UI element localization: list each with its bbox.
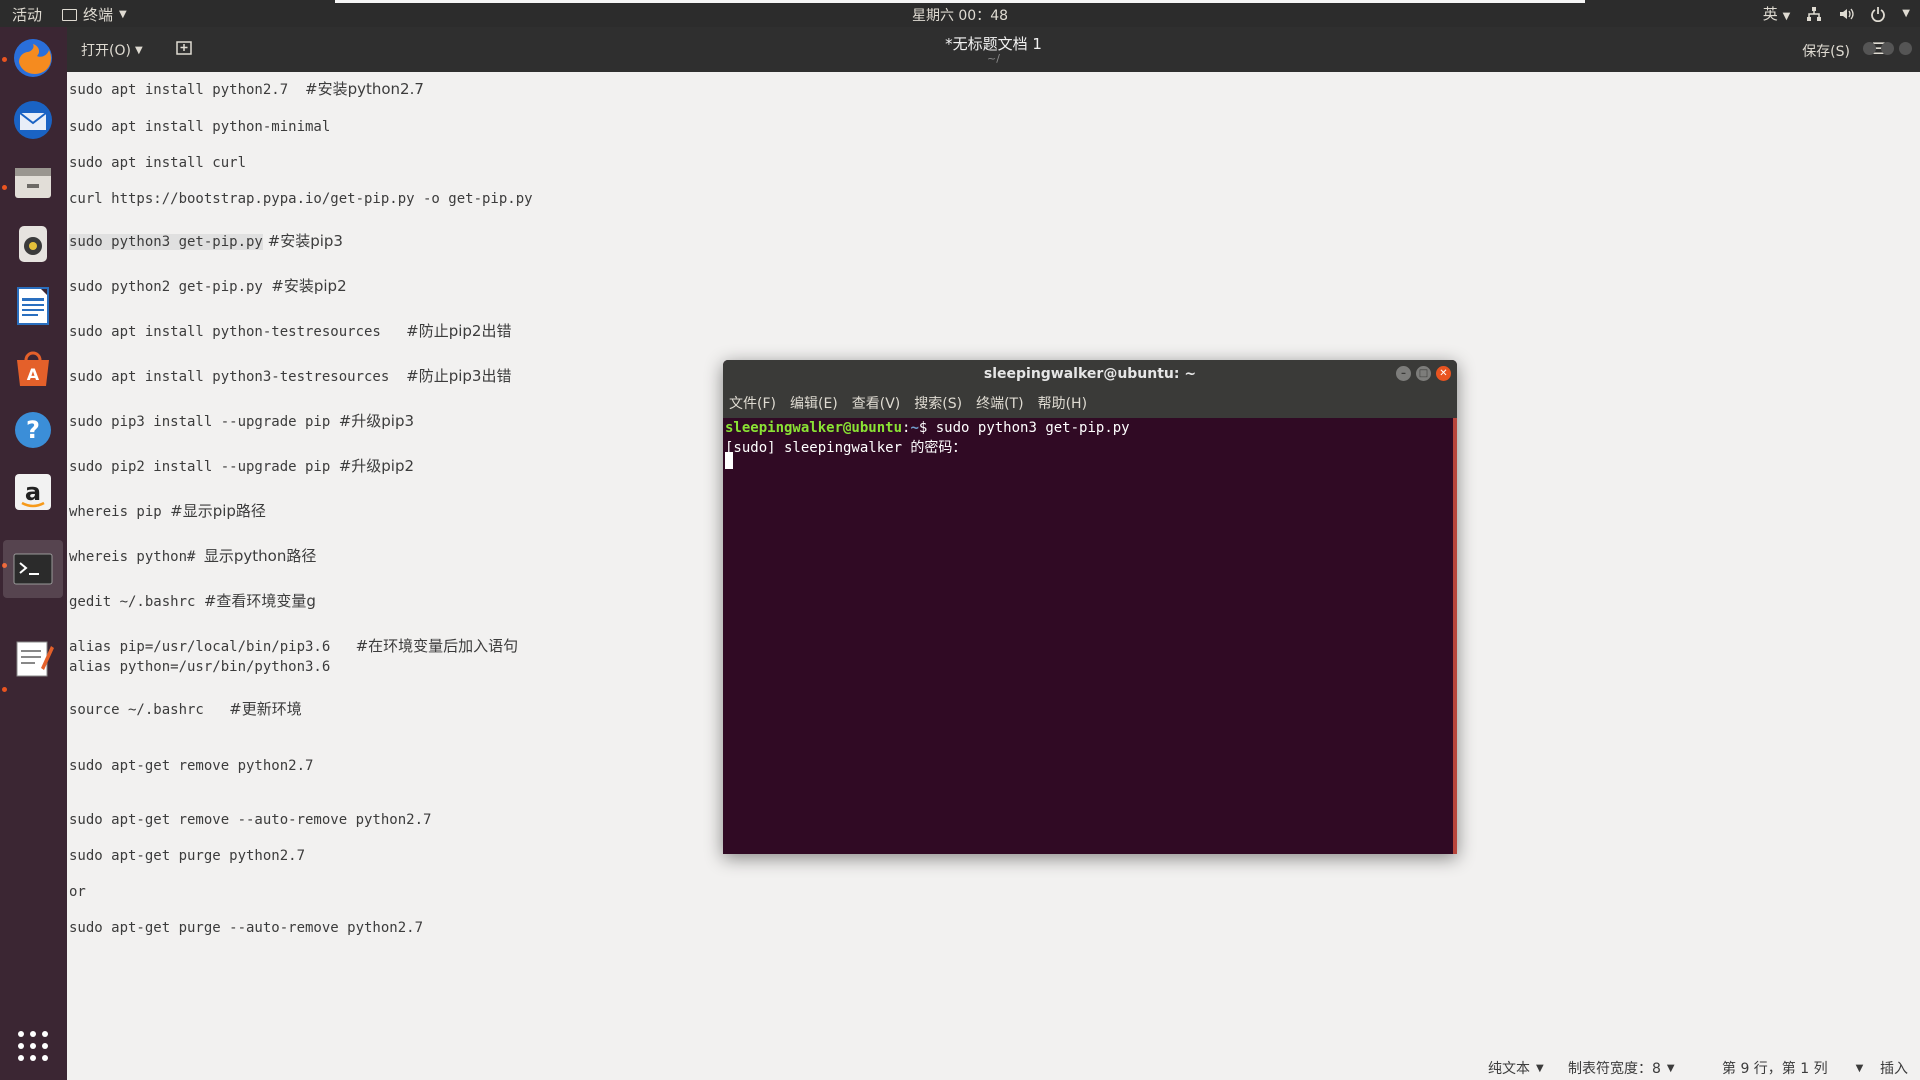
input-method-indicator[interactable]: 英 ▼ bbox=[1763, 3, 1791, 24]
save-button[interactable]: 保存(S) bbox=[1802, 41, 1850, 61]
files-icon[interactable] bbox=[9, 158, 57, 206]
chevron-down-icon: ▼ bbox=[1782, 11, 1791, 22]
editor-line: sudo apt install python-minimal bbox=[69, 119, 331, 135]
window-controls bbox=[1863, 42, 1912, 55]
system-tray[interactable]: 英 ▼ ▼ bbox=[1763, 3, 1910, 24]
minimize-icon[interactable] bbox=[1863, 42, 1876, 55]
prompt-user: sleepingwalker@ubuntu bbox=[725, 420, 903, 436]
menu-search[interactable]: 搜索(S) bbox=[914, 393, 962, 413]
editor-line: sudo apt install python3-testresources #… bbox=[69, 367, 512, 385]
show-apps-icon[interactable] bbox=[9, 1022, 57, 1070]
editor-line: whereis python# 显示python路径 bbox=[69, 547, 317, 565]
menu-view[interactable]: 查看(V) bbox=[852, 393, 901, 413]
chevron-down-icon: ▼ bbox=[1666, 1062, 1675, 1074]
chevron-down-icon: ▼ bbox=[1536, 1062, 1544, 1074]
editor-line: sudo apt install curl bbox=[69, 155, 247, 171]
software-icon[interactable]: A bbox=[9, 344, 57, 392]
editor-line: curl https://bootstrap.pypa.io/get-pip.p… bbox=[69, 191, 533, 207]
progress-strip bbox=[335, 0, 1585, 3]
terminal-icon[interactable] bbox=[3, 540, 63, 598]
menu-file[interactable]: 文件(F) bbox=[729, 393, 776, 413]
language-label: 纯文本 bbox=[1488, 1061, 1530, 1077]
terminal-cursor bbox=[725, 452, 733, 469]
editor-line: alias pip=/usr/local/bin/pip3.6 #在环境变量后加… bbox=[69, 637, 519, 655]
editor-line: sudo apt install python2.7 #安装python2.7 bbox=[69, 80, 424, 98]
minimize-icon[interactable]: – bbox=[1396, 366, 1411, 381]
editor-line: sudo python2 get-pip.py #安装pip2 bbox=[69, 277, 347, 295]
menu-help[interactable]: 帮助(H) bbox=[1038, 393, 1087, 413]
terminal-command-line: sleepingwalker@ubuntu:~$ sudo python3 ge… bbox=[725, 420, 1130, 436]
terminal-command: sudo python3 get-pip.py bbox=[935, 420, 1130, 436]
svg-text:A: A bbox=[27, 365, 40, 384]
rhythmbox-icon[interactable] bbox=[9, 220, 57, 268]
terminal-window[interactable]: sleepingwalker@ubuntu: ~ – □ ✕ 文件(F) 编辑(… bbox=[723, 360, 1457, 854]
clock[interactable]: 星期六 00：48 bbox=[0, 5, 1920, 25]
amazon-icon[interactable]: a bbox=[9, 468, 57, 516]
terminal-output-line: [sudo] sleepingwalker 的密码： bbox=[725, 440, 967, 456]
close-icon[interactable]: ✕ bbox=[1436, 366, 1451, 381]
statusbar: 纯文本 ▼ 制表符宽度：8 ▼ 第 9 行，第 1 列 ▼ 插入 bbox=[67, 1052, 1920, 1080]
chevron-down-icon[interactable]: ▼ bbox=[1902, 8, 1910, 19]
terminal-window-controls: – □ ✕ bbox=[1396, 366, 1451, 381]
menu-edit[interactable]: 编辑(E) bbox=[790, 393, 838, 413]
editor-line: sudo apt-get purge python2.7 bbox=[69, 848, 306, 864]
document-title: *无标题文档 1 bbox=[945, 35, 1042, 53]
editor-line: sudo apt-get purge --auto-remove python2… bbox=[69, 920, 424, 936]
text-editor-icon[interactable] bbox=[9, 634, 57, 682]
help-icon[interactable]: ? bbox=[9, 406, 57, 454]
language-selector[interactable]: 纯文本 ▼ bbox=[1488, 1058, 1544, 1078]
editor-line-current: sudo python3 get-pip.py #安装pip3 bbox=[69, 232, 343, 250]
network-icon[interactable] bbox=[1806, 6, 1822, 22]
chevron-down-icon: ▼ bbox=[1855, 1062, 1864, 1074]
thunderbird-icon[interactable] bbox=[9, 96, 57, 144]
terminal-title: sleepingwalker@ubuntu: ~ bbox=[983, 366, 1197, 382]
document-path: ~/ bbox=[987, 52, 1000, 65]
gedit-headerbar: 打开(O) ▼ *无标题文档 1 ~/ 保存(S) ☰ bbox=[67, 27, 1920, 72]
editor-line: sudo apt-get remove python2.7 bbox=[69, 758, 314, 774]
editor-line: alias python=/usr/bin/python3.6 bbox=[69, 659, 331, 675]
volume-icon[interactable] bbox=[1838, 6, 1854, 22]
tab-width-selector[interactable]: 制表符宽度：8 ▼ bbox=[1568, 1058, 1675, 1078]
terminal-menubar: 文件(F) 编辑(E) 查看(V) 搜索(S) 终端(T) 帮助(H) bbox=[723, 388, 1457, 418]
editor-line: or bbox=[69, 884, 86, 900]
maximize-icon[interactable] bbox=[1881, 42, 1894, 55]
terminal-body[interactable]: sleepingwalker@ubuntu:~$ sudo python3 ge… bbox=[723, 418, 1457, 854]
power-icon[interactable] bbox=[1870, 6, 1886, 22]
cursor-position-label: 第 9 行，第 1 列 bbox=[1722, 1061, 1828, 1077]
insert-mode[interactable]: 插入 bbox=[1880, 1058, 1908, 1078]
prompt-path: ~ bbox=[910, 420, 919, 436]
running-indicator bbox=[2, 185, 7, 190]
cursor-position-selector[interactable]: 第 9 行，第 1 列 ▼ bbox=[1722, 1058, 1863, 1078]
menu-terminal[interactable]: 终端(T) bbox=[976, 393, 1023, 413]
editor-line: gedit ~/.bashrc #查看环境变量g bbox=[69, 592, 316, 610]
running-indicator bbox=[2, 687, 7, 692]
editor-line: whereis pip #显示pip路径 bbox=[69, 502, 266, 520]
editor-line: sudo apt install python-testresources #防… bbox=[69, 322, 512, 340]
editor-line: sudo pip2 install --upgrade pip #升级pip2 bbox=[69, 457, 415, 475]
svg-text:?: ? bbox=[26, 416, 40, 444]
editor-line: sudo pip3 install --upgrade pip #升级pip3 bbox=[69, 412, 415, 430]
tab-width-label: 制表符宽度：8 bbox=[1568, 1061, 1661, 1077]
close-icon[interactable] bbox=[1899, 42, 1912, 55]
editor-line: source ~/.bashrc #更新环境 bbox=[69, 700, 302, 718]
top-panel: 活动 终端 ▼ 星期六 00：48 英 ▼ ▼ bbox=[0, 0, 1920, 27]
dock: A ? a bbox=[0, 27, 67, 1080]
firefox-icon[interactable] bbox=[9, 34, 57, 82]
writer-icon[interactable] bbox=[9, 282, 57, 330]
terminal-titlebar[interactable]: sleepingwalker@ubuntu: ~ – □ ✕ bbox=[723, 360, 1457, 388]
editor-line: sudo apt-get remove --auto-remove python… bbox=[69, 812, 432, 828]
maximize-icon[interactable]: □ bbox=[1416, 366, 1431, 381]
prompt-end: $ bbox=[918, 420, 936, 436]
input-method-label: 英 bbox=[1762, 5, 1778, 23]
running-indicator bbox=[2, 57, 7, 62]
svg-text:a: a bbox=[25, 478, 41, 506]
